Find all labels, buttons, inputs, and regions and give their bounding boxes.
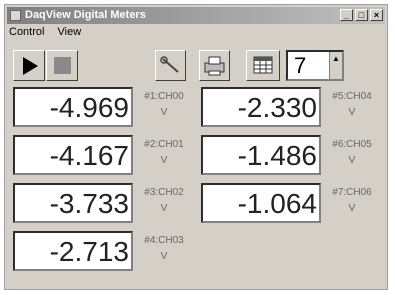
- meter-value: -1.486: [201, 135, 321, 175]
- meter-unit: V: [160, 155, 168, 166]
- meter-ch05: -1.486 #6:CH05 V: [201, 135, 381, 175]
- meter-value: -1.064: [201, 183, 321, 223]
- app-icon: [10, 10, 21, 21]
- meter-unit: V: [348, 107, 356, 118]
- meter-unit: V: [160, 251, 168, 262]
- maximize-button[interactable]: □: [355, 9, 368, 21]
- spinner-up-icon: ▲: [332, 54, 340, 63]
- menu-control[interactable]: Control: [9, 26, 44, 38]
- meter-value: -4.167: [13, 135, 133, 175]
- meter-channel-label: #2:CH01: [144, 139, 184, 150]
- meter-value: -3.733: [13, 183, 133, 223]
- close-button[interactable]: ×: [370, 9, 383, 21]
- meter-unit: V: [348, 203, 356, 214]
- meter-channel-label: #4:CH03: [144, 235, 184, 246]
- minimize-button[interactable]: _: [340, 9, 353, 21]
- meter-channel-label: #3:CH02: [144, 187, 184, 198]
- spinner-value: 7: [294, 53, 307, 78]
- meter-ch00: -4.969 #1:CH00 V: [13, 87, 193, 127]
- grid-icon: [253, 56, 273, 74]
- meter-ch01: -4.167 #2:CH01 V: [13, 135, 193, 175]
- menu-view[interactable]: View: [58, 26, 82, 38]
- meter-channel-label: #6:CH05: [332, 139, 372, 150]
- daqview-window: DaqView Digital Meters _ □ × Control Vie…: [4, 4, 388, 290]
- printer-icon: [204, 56, 225, 76]
- meter-unit: V: [160, 107, 168, 118]
- meter-unit: V: [348, 155, 356, 166]
- print-button[interactable]: [199, 50, 230, 81]
- menu-bar: Control View: [9, 26, 91, 42]
- meter-channel-label: #5:CH04: [332, 91, 372, 102]
- grid-button[interactable]: [246, 50, 280, 81]
- meter-ch04: -2.330 #5:CH04 V: [201, 87, 381, 127]
- meter-value: -2.330: [201, 87, 321, 127]
- spinner-arrows[interactable]: ▲: [329, 52, 342, 79]
- meter-unit: V: [160, 203, 168, 214]
- meter-ch03: -2.713 #4:CH03 V: [13, 231, 193, 271]
- meter-channel-label: #1:CH00: [144, 91, 184, 102]
- meter-ch06: -1.064 #7:CH06 V: [201, 183, 381, 223]
- stop-button[interactable]: [46, 50, 78, 81]
- window-title: DaqView Digital Meters: [25, 9, 146, 21]
- play-button[interactable]: [13, 50, 45, 81]
- probe-button[interactable]: [155, 50, 186, 81]
- channel-count-spinner[interactable]: 7 ▲: [286, 50, 344, 81]
- meter-channel-label: #7:CH06: [332, 187, 372, 198]
- meter-ch02: -3.733 #3:CH02 V: [13, 183, 193, 223]
- title-bar: DaqView Digital Meters _ □ ×: [7, 7, 385, 24]
- meter-value: -2.713: [13, 231, 133, 271]
- probe-icon: [160, 56, 179, 73]
- meter-value: -4.969: [13, 87, 133, 127]
